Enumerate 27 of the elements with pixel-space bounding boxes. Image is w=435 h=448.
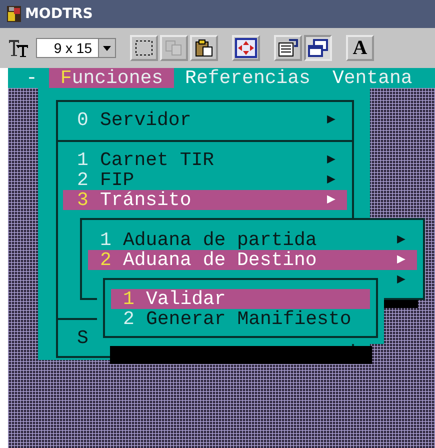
- font-icon: [8, 38, 30, 58]
- paste-button[interactable]: [190, 35, 218, 61]
- select-area-button[interactable]: [130, 35, 158, 61]
- windows-icon: [307, 38, 329, 58]
- move-button[interactable]: [232, 35, 260, 61]
- menu-item[interactable]: 0 Servidor ▶: [63, 110, 347, 130]
- menu-item[interactable]: 2 Aduana de Destino ▶: [88, 250, 417, 270]
- window-button[interactable]: [304, 35, 332, 61]
- arrows-icon: [235, 38, 257, 58]
- document-icon: [277, 38, 299, 58]
- properties-button[interactable]: [274, 35, 302, 61]
- menu-item[interactable]: 2 FIP ▶: [63, 170, 347, 190]
- copy-icon: [164, 39, 184, 57]
- menu-item[interactable]: 3 Tránsito ▶: [63, 190, 347, 210]
- dropdown-arrow-icon: [103, 46, 111, 50]
- font-size-select[interactable]: 9 x 15: [36, 38, 116, 58]
- dashed-rectangle-icon: [134, 39, 154, 57]
- menu-item[interactable]: 2 Generar Manifiesto: [111, 309, 370, 329]
- menu-item[interactable]: S: [63, 328, 90, 348]
- paste-icon: [194, 39, 214, 57]
- menu-bar-item[interactable]: Funciones: [49, 68, 174, 88]
- window-title: MODTRS: [25, 6, 93, 22]
- app-icon: [6, 5, 22, 23]
- font-button[interactable]: A: [346, 35, 374, 61]
- menu-item[interactable]: 1 Carnet TIR ▶: [63, 150, 347, 170]
- menu-item[interactable]: 1 Aduana de partida ▶: [88, 230, 417, 250]
- menu-item[interactable]: 1 Validar: [111, 289, 370, 309]
